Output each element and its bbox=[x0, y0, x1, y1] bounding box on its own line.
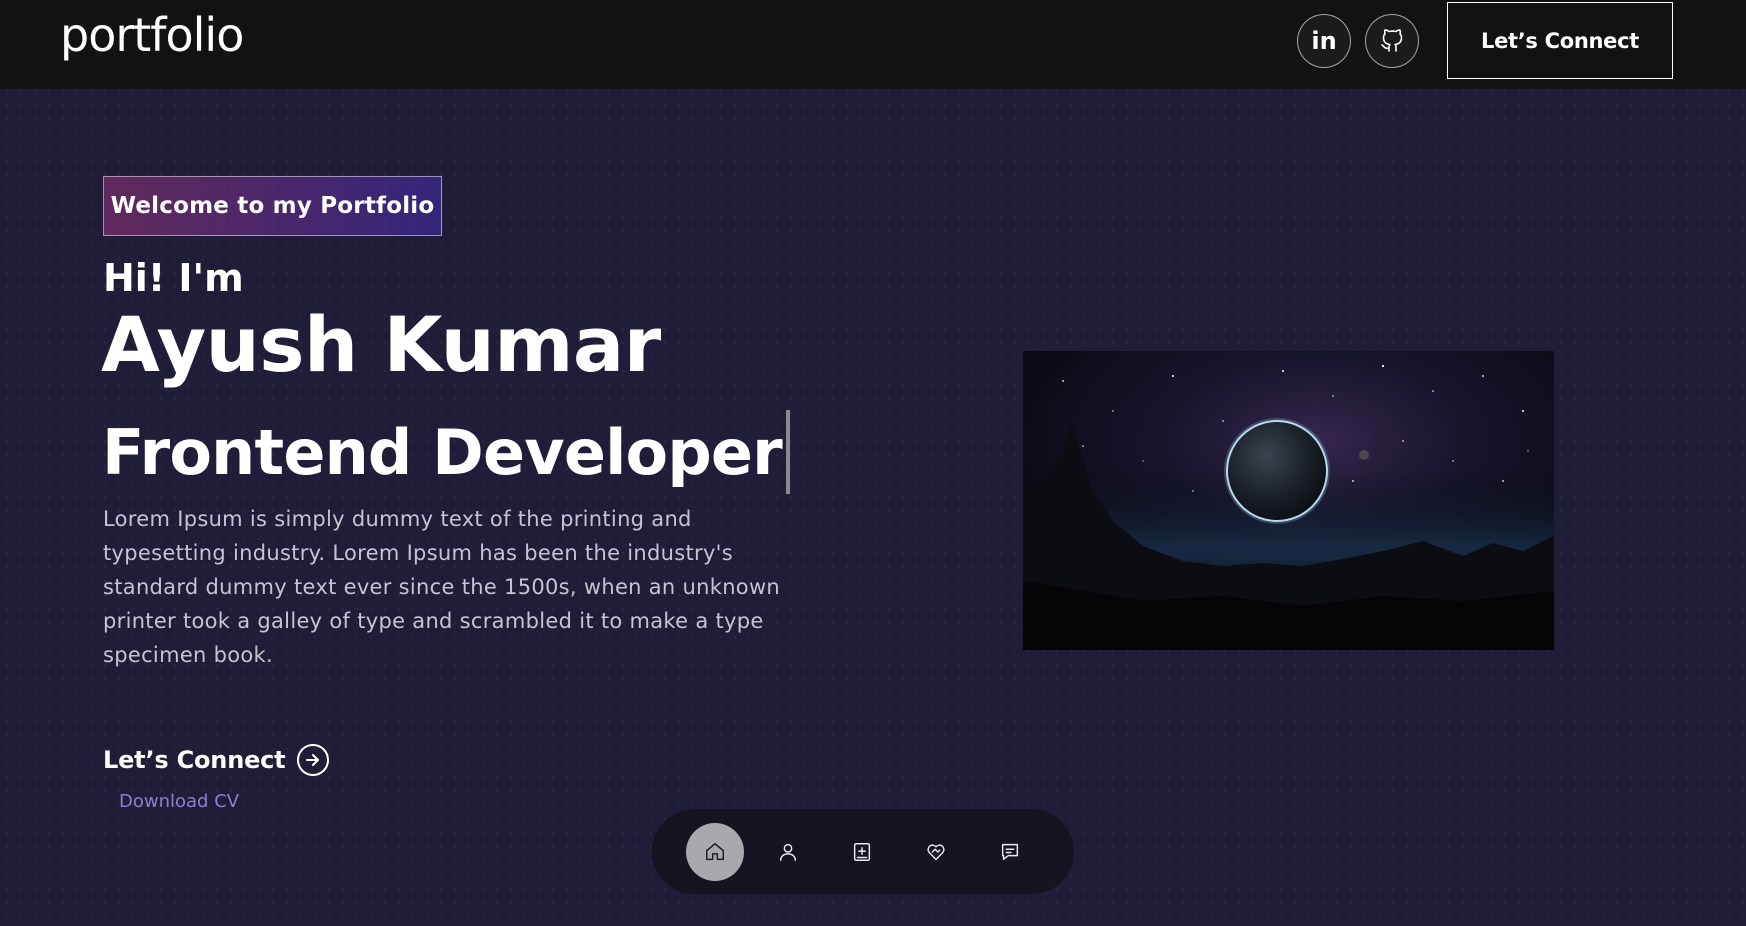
hero-space-illustration bbox=[1023, 351, 1554, 650]
nav-about[interactable] bbox=[759, 823, 817, 881]
typing-cursor bbox=[785, 410, 790, 494]
welcome-badge: Welcome to my Portfolio bbox=[103, 176, 442, 236]
message-icon bbox=[1001, 843, 1019, 861]
hero-role: Frontend Developer bbox=[102, 415, 783, 489]
hero-name: Ayush Kumar bbox=[101, 300, 661, 389]
linkedin-icon: in bbox=[1311, 27, 1337, 55]
arrow-right-circle-icon bbox=[297, 744, 330, 776]
lets-connect-label: Let’s Connect bbox=[103, 746, 286, 774]
github-icon bbox=[1381, 29, 1403, 52]
heart-handshake-icon bbox=[927, 844, 945, 861]
user-icon bbox=[779, 843, 797, 861]
bottom-navigation bbox=[652, 809, 1074, 894]
home-icon bbox=[706, 843, 724, 861]
download-cv-link[interactable]: Download CV bbox=[119, 791, 239, 812]
lets-connect-link[interactable]: Let’s Connect bbox=[103, 744, 330, 776]
linkedin-button[interactable]: in bbox=[1297, 14, 1351, 68]
lets-connect-header-button[interactable]: Let’s Connect bbox=[1447, 2, 1673, 79]
nav-projects[interactable] bbox=[833, 823, 891, 881]
nav-contact[interactable] bbox=[981, 823, 1039, 881]
add-document-icon bbox=[853, 843, 871, 861]
nav-home[interactable] bbox=[686, 823, 744, 881]
logo[interactable]: portfolio bbox=[60, 8, 244, 62]
hero-description: Lorem Ipsum is simply dummy text of the … bbox=[103, 507, 781, 667]
greeting: Hi! I'm bbox=[103, 256, 244, 300]
hero-role-line: Frontend Developer bbox=[102, 410, 790, 494]
nav-services[interactable] bbox=[907, 823, 965, 881]
top-navbar: portfolio in Let’s Connect bbox=[0, 0, 1746, 89]
github-button[interactable] bbox=[1365, 14, 1419, 68]
